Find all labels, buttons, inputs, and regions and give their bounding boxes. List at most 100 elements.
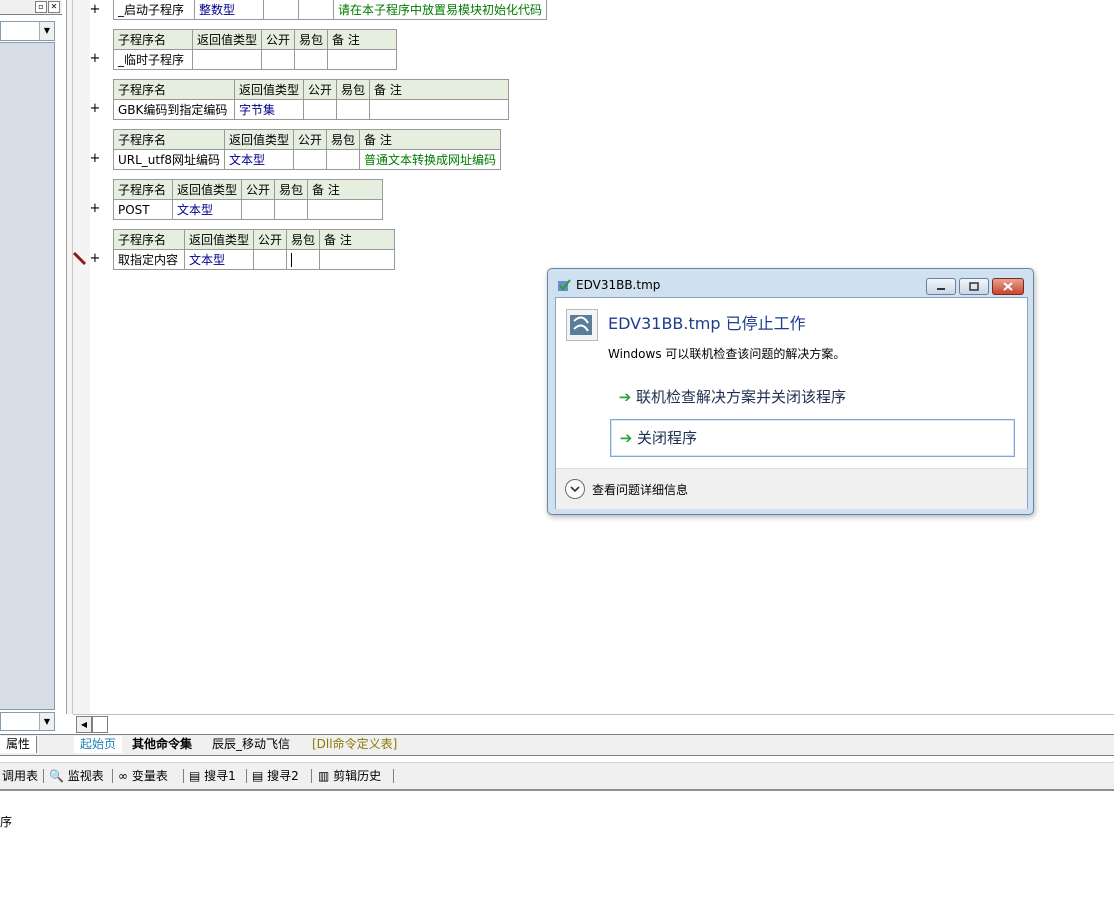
maximize-icon <box>969 282 979 291</box>
separator <box>246 769 247 783</box>
sub-name-cell[interactable]: _临时子程序 <box>113 49 193 70</box>
check-online-label: 联机检查解决方案并关闭该程序 <box>636 388 847 406</box>
scroll-left-icon[interactable]: ◀ <box>76 716 92 733</box>
return-type-cell[interactable]: 文本型 <box>171 199 243 220</box>
tab-search1-label: 搜寻1 <box>204 769 236 783</box>
sub-name-cell[interactable]: POST <box>113 199 173 220</box>
header-public: 公开 <box>292 129 328 150</box>
header-name: 子程序名 <box>113 29 193 50</box>
public-cell[interactable] <box>253 249 288 270</box>
header-public: 公开 <box>261 29 296 50</box>
tab-search-2[interactable]: ▤ 搜寻2 <box>252 767 299 785</box>
crash-dialog: EDV31BB.tmp EDV31BB.tmp 已停止工作 Windows 可以… <box>547 268 1034 515</box>
header-easy: 易包 <box>326 129 361 150</box>
property-list[interactable] <box>0 42 55 710</box>
expand-icon[interactable]: + <box>89 52 101 66</box>
chevron-down-icon[interactable]: ▼ <box>39 22 54 40</box>
tab-call-table[interactable]: 调用表 <box>2 767 38 785</box>
expand-icon[interactable]: + <box>89 152 101 166</box>
note-cell[interactable]: 请在本子程序中放置易模块初始化代码 <box>332 0 548 20</box>
close-button[interactable] <box>992 278 1024 295</box>
object-combo[interactable]: ▼ <box>0 21 55 41</box>
bottom-toolbar: 调用表 🔍 监视表 ∞ 变量表 ▤ 搜寻1 ▤ 搜寻2 ▥ 剪辑历史 <box>0 762 1114 791</box>
return-type-cell[interactable]: 字节集 <box>233 99 305 120</box>
expand-icon[interactable]: + <box>89 102 101 116</box>
output-text: 序 <box>0 815 13 829</box>
header-note: 备 注 <box>307 179 384 200</box>
check-online-option[interactable]: ➔ 联机检查解决方案并关闭该程序 <box>610 379 1013 415</box>
dialog-title: EDV31BB.tmp <box>576 278 661 292</box>
details-label[interactable]: 查看问题详细信息 <box>592 481 688 498</box>
easy-pack-cell[interactable] <box>336 99 371 120</box>
tab-dll-commands[interactable]: [Dll命令定义表] <box>306 736 403 753</box>
sub-table-startup: _启动子程序 整数型 请在本子程序中放置易模块初始化代码 <box>113 0 548 20</box>
scroll-thumb[interactable] <box>92 716 108 733</box>
sub-table: 子程序名 返回值类型 公开 易包 备 注 URL_utf8网址编码 文本型 普通… <box>113 129 502 170</box>
public-cell[interactable] <box>263 0 299 20</box>
tab-search2-label: 搜寻2 <box>267 769 299 783</box>
separator <box>183 769 184 783</box>
header-easy: 易包 <box>286 229 321 250</box>
sub-name-cell[interactable]: GBK编码到指定编码 <box>113 99 235 120</box>
header-name: 子程序名 <box>113 179 173 200</box>
search-doc-icon: ▤ <box>189 769 201 783</box>
sub-table: 子程序名 返回值类型 公开 易包 备 注 _临时子程序 <box>113 29 398 70</box>
tab-other-commands[interactable]: 其他命令集 <box>126 736 198 753</box>
gutter-divider <box>72 0 73 714</box>
tab-watch-table[interactable]: 🔍 监视表 <box>49 767 104 785</box>
tab-properties[interactable]: 属性 <box>0 736 38 753</box>
return-type-cell[interactable] <box>191 49 263 70</box>
sub-name-cell[interactable]: _启动子程序 <box>113 0 195 20</box>
note-cell[interactable] <box>327 49 398 70</box>
minimize-icon <box>937 288 945 290</box>
note-cell[interactable]: 普通文本转换成网址编码 <box>359 149 502 170</box>
close-program-option[interactable]: ➔ 关闭程序 <box>610 419 1015 457</box>
return-type-cell[interactable]: 文本型 <box>223 149 295 170</box>
public-cell[interactable] <box>261 49 296 70</box>
tab-variable-table[interactable]: ∞ 变量表 <box>118 767 168 785</box>
property-combo[interactable]: ▼ <box>0 712 55 731</box>
easy-pack-cell[interactable] <box>274 199 309 220</box>
tab-start-page[interactable]: 起始页 <box>74 736 123 753</box>
sub-name-cell[interactable]: 取指定内容 <box>113 249 185 270</box>
expand-icon[interactable]: + <box>89 252 101 266</box>
separator <box>311 769 312 783</box>
maximize-button[interactable] <box>959 278 989 295</box>
arrow-right-icon: ➔ <box>618 388 632 406</box>
public-cell[interactable] <box>241 199 276 220</box>
search-doc-icon: ▤ <box>252 769 264 783</box>
sub-name-cell[interactable]: URL_utf8网址编码 <box>113 149 225 170</box>
app-icon <box>558 279 571 291</box>
easy-pack-cell[interactable] <box>294 49 329 70</box>
tab-search-1[interactable]: ▤ 搜寻1 <box>189 767 236 785</box>
easy-pack-cell[interactable] <box>298 0 334 20</box>
close-icon[interactable]: ✕ <box>48 1 60 13</box>
restore-icon[interactable]: ▫ <box>35 1 47 13</box>
expand-details-button[interactable] <box>565 479 585 499</box>
tab-watch-label: 监视表 <box>67 769 104 783</box>
note-cell[interactable] <box>307 199 384 220</box>
tab-variable-label: 变量表 <box>131 769 168 783</box>
header-note: 备 注 <box>327 29 398 50</box>
tab-clip-history[interactable]: ▥ 剪辑历史 <box>318 767 381 785</box>
glasses-icon: ∞ <box>118 769 128 783</box>
note-cell[interactable] <box>369 99 510 120</box>
public-cell[interactable] <box>292 149 328 170</box>
chevron-down-icon[interactable]: ▼ <box>39 713 54 730</box>
return-type-cell[interactable]: 整数型 <box>194 0 264 20</box>
easy-pack-cell[interactable] <box>286 249 321 270</box>
expand-icon[interactable]: + <box>89 3 101 17</box>
horizontal-scrollbar[interactable]: ◀ <box>73 714 1114 733</box>
note-cell[interactable] <box>319 249 396 270</box>
easy-pack-cell[interactable] <box>326 149 361 170</box>
header-note: 备 注 <box>319 229 396 250</box>
return-type-cell[interactable]: 文本型 <box>183 249 255 270</box>
public-cell[interactable] <box>303 99 338 120</box>
minimize-button[interactable] <box>926 278 956 295</box>
sub-table: 子程序名 返回值类型 公开 易包 备 注 POST 文本型 <box>113 179 384 220</box>
tab-bar: 属性 起始页 其他命令集 辰辰_移动飞信 [Dll命令定义表] <box>0 734 1114 756</box>
tab-mobile-fetion[interactable]: 辰辰_移动飞信 <box>206 736 296 753</box>
close-program-label: 关闭程序 <box>637 429 698 447</box>
expand-icon[interactable]: + <box>89 202 101 216</box>
arrow-right-icon: ➔ <box>619 429 633 447</box>
